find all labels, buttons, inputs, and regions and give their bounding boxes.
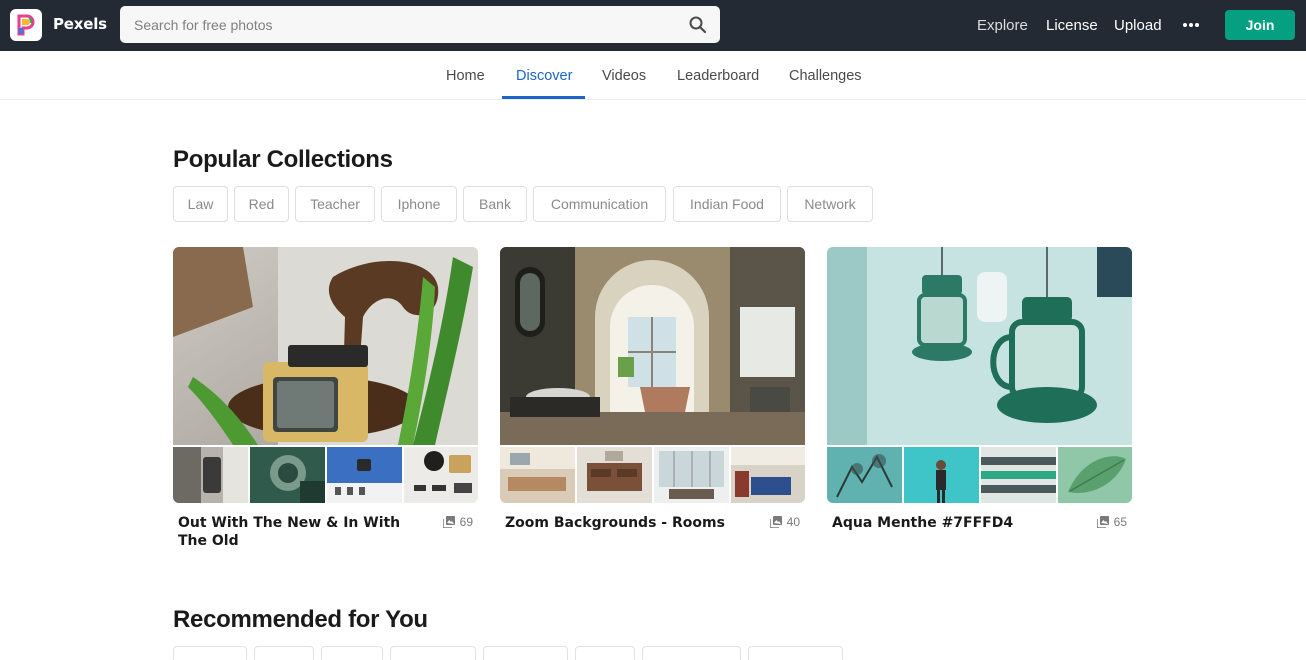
join-button[interactable]: Join [1225, 10, 1295, 40]
collection-card[interactable]: Out With The New & In With The Old 69 [173, 247, 478, 557]
recommended-tag[interactable] [575, 646, 635, 660]
collection-count: 65 [1096, 515, 1127, 529]
collection-count-icon [442, 516, 455, 528]
brand-name[interactable]: Pexels [53, 15, 107, 33]
search-icon[interactable] [688, 15, 708, 35]
nav-license[interactable]: License [1046, 17, 1098, 34]
recommended-tag[interactable] [642, 646, 741, 660]
tab-home[interactable]: Home [446, 68, 485, 84]
tag-law[interactable]: Law [173, 186, 228, 222]
search-input[interactable] [120, 6, 680, 43]
more-dots-icon[interactable] [1180, 16, 1202, 34]
thumbnail-image [731, 447, 805, 503]
collection-count-icon [1096, 516, 1109, 528]
pexels-logo[interactable] [10, 9, 42, 41]
thumbnail-image [250, 447, 325, 503]
top-bar: Pexels Explore License Upload Join [0, 0, 1306, 51]
collection-cover-image [827, 247, 1132, 445]
collection-count: 40 [769, 515, 800, 529]
collection-thumbnails [500, 447, 805, 503]
thumbnail-image [173, 447, 248, 503]
collection-count-value: 65 [1113, 515, 1127, 529]
thumbnail-image [981, 447, 1056, 503]
section-tabs: Home Discover Videos Leaderboard Challen… [0, 51, 1306, 100]
collection-card[interactable]: Zoom Backgrounds - Rooms 40 [500, 247, 805, 557]
recommended-title: Recommended for You [173, 606, 428, 633]
collection-cover-image [173, 247, 478, 445]
nav-explore[interactable]: Explore [977, 17, 1028, 34]
thumbnail-image [404, 447, 478, 503]
tag-indian-food[interactable]: Indian Food [673, 186, 781, 222]
thumbnail-image [827, 447, 902, 503]
nav-upload[interactable]: Upload [1114, 17, 1162, 34]
collection-count: 69 [442, 515, 473, 529]
collection-title[interactable]: Out With The New & In With The Old [178, 514, 428, 550]
collection-cover-image [500, 247, 805, 445]
tab-videos[interactable]: Videos [602, 68, 646, 84]
thumbnail-image [577, 447, 652, 503]
tag-network[interactable]: Network [787, 186, 873, 222]
popular-collections-title: Popular Collections [173, 146, 393, 173]
tab-discover[interactable]: Discover [516, 68, 572, 84]
tag-iphone[interactable]: Iphone [381, 186, 457, 222]
recommended-tag[interactable] [390, 646, 476, 660]
collection-count-icon [769, 516, 782, 528]
tab-leaderboard[interactable]: Leaderboard [677, 68, 759, 84]
recommended-tag[interactable] [321, 646, 383, 660]
search-bar [120, 6, 720, 43]
active-tab-indicator [502, 96, 585, 99]
thumbnail-image [904, 447, 979, 503]
thumbnail-image [654, 447, 729, 503]
recommended-tag[interactable] [173, 646, 247, 660]
collection-title[interactable]: Aqua Menthe #7FFFD4 [832, 514, 1082, 532]
recommended-tag[interactable] [748, 646, 843, 660]
collection-card[interactable]: Aqua Menthe #7FFFD4 65 [827, 247, 1132, 557]
pexels-logo-icon [17, 14, 35, 36]
collection-count-value: 40 [786, 515, 800, 529]
tag-communication[interactable]: Communication [533, 186, 666, 222]
collection-count-value: 69 [459, 515, 473, 529]
recommended-tag[interactable] [254, 646, 314, 660]
recommended-tag[interactable] [483, 646, 568, 660]
thumbnail-image [500, 447, 575, 503]
tab-challenges[interactable]: Challenges [789, 68, 862, 84]
thumbnail-image [1058, 447, 1132, 503]
collection-thumbnails [173, 447, 478, 503]
thumbnail-image [327, 447, 402, 503]
collection-thumbnails [827, 447, 1132, 503]
tag-red[interactable]: Red [234, 186, 289, 222]
tag-teacher[interactable]: Teacher [295, 186, 375, 222]
collection-title[interactable]: Zoom Backgrounds - Rooms [505, 514, 755, 532]
tag-bank[interactable]: Bank [463, 186, 527, 222]
